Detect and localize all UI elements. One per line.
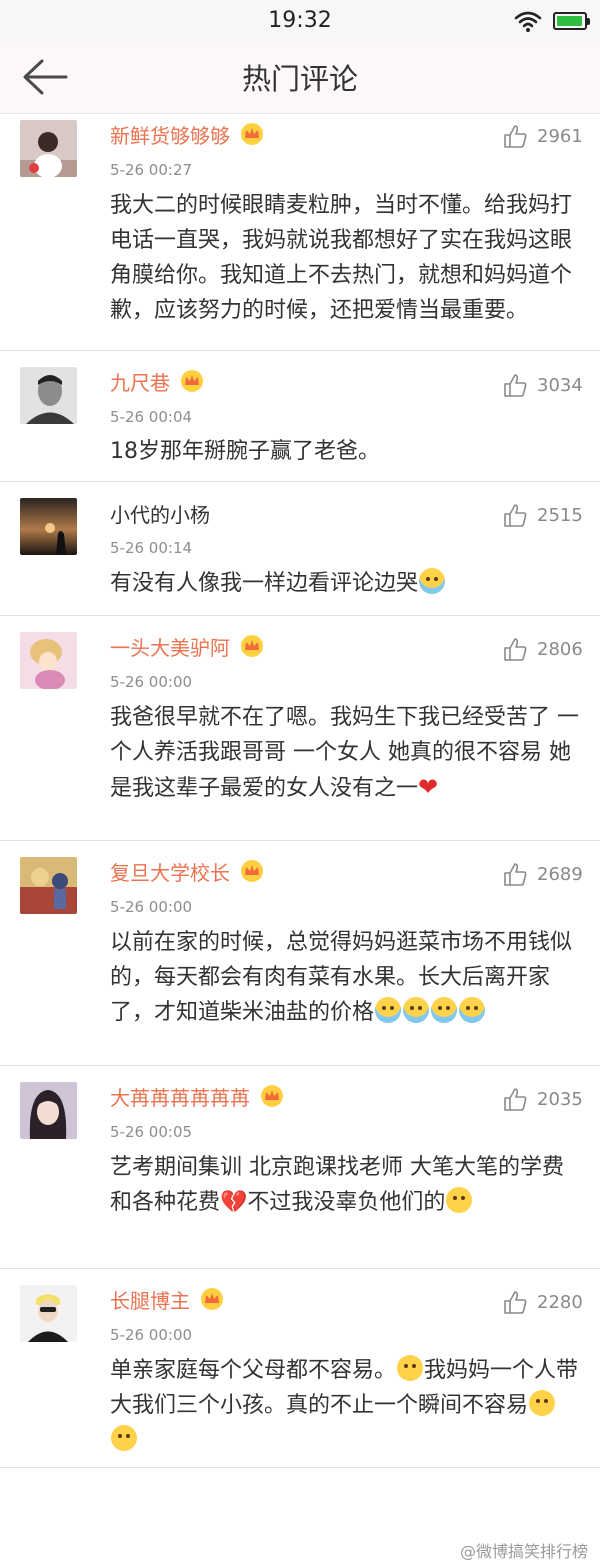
like-count: 2035: [537, 1088, 583, 1110]
crown-badge-icon: [241, 635, 263, 657]
avatar[interactable]: [20, 367, 77, 424]
like-button[interactable]: 2515: [503, 498, 583, 532]
sad-emoji-icon: [529, 1390, 556, 1416]
timestamp: 5-26 00:00: [110, 1326, 193, 1344]
thumbs-up-icon: [504, 373, 527, 397]
like-button[interactable]: 2689: [503, 857, 583, 891]
like-count: 2515: [537, 504, 583, 526]
name-row: 九尺巷: [110, 364, 204, 398]
crown-badge-icon: [241, 860, 263, 882]
user-name[interactable]: 九尺巷: [110, 367, 170, 396]
comment-item: 大苒苒苒苒苒苒 2035 5-26 00:05 艺考期间集训 北京跑课找老师 大…: [0, 1067, 600, 1269]
name-row: 小代的小杨: [110, 496, 210, 530]
comment-text-part: 有没有人像我一样边看评论边哭: [110, 571, 419, 596]
heart-emoji-icon: ❤: [418, 773, 439, 801]
crying-emoji-icon: [403, 997, 430, 1023]
status-bar: 19:32: [0, 0, 600, 42]
comment-item: 复旦大学校长 2689 5-26 00:00 以前在家的时候，总觉得妈妈逛菜市场…: [0, 842, 600, 1066]
like-count: 3034: [537, 374, 583, 396]
battery-icon: [553, 12, 590, 30]
comment-text: 艺考期间集训 北京跑课找老师 大笔大笔的学费和各种花费💔不过我没辜负他们的: [110, 1150, 580, 1220]
comment-item: 一头大美驴阿 2806 5-26 00:00 我爸很早就不在了嗯。我妈生下我已经…: [0, 617, 600, 841]
crown-badge-icon: [261, 1085, 283, 1107]
crown-badge-icon: [241, 123, 263, 145]
avatar[interactable]: [20, 857, 77, 914]
avatar[interactable]: [20, 498, 77, 555]
comment-item: 九尺巷 3034 5-26 00:04 18岁那年掰腕子赢了老爸。: [0, 352, 600, 482]
status-time: 19:32: [268, 8, 332, 33]
thumbs-up-icon: [504, 503, 527, 527]
battery-level: [557, 16, 582, 26]
watermark: @微博搞笑排行榜: [460, 1542, 589, 1561]
comment-text-part: 以前在家的时候，总觉得妈妈逛菜市场不用钱似的，每天都会有肉有菜有水果。长大后离开…: [110, 930, 573, 1025]
like-button[interactable]: 2280: [503, 1285, 583, 1319]
comment-text: 我大二的时候眼睛麦粒肿，当时不懂。给我妈打电话一直哭，我妈就说我都想好了实在我妈…: [110, 193, 573, 323]
crying-emoji-icon: [375, 997, 402, 1023]
sad-emoji-icon: [397, 1355, 424, 1381]
thumbs-up-icon: [504, 637, 527, 661]
kiss-emoji-icon: [446, 1187, 473, 1213]
like-count: 2806: [537, 638, 583, 660]
crying-emoji-icon: [459, 997, 486, 1023]
timestamp: 5-26 00:00: [110, 673, 193, 691]
crying-emoji-icon: [419, 568, 446, 594]
timestamp: 5-26 00:04: [110, 408, 193, 426]
name-row: 长腿博主: [110, 1282, 224, 1316]
like-count: 2961: [537, 125, 583, 147]
avatar[interactable]: [20, 1082, 77, 1139]
comment-item: 新鲜货够够够 2961 5-26 00:27 我大二的时候眼睛麦粒肿，当时不懂。…: [0, 115, 600, 351]
like-count: 2280: [537, 1291, 583, 1313]
like-count: 2689: [537, 863, 583, 885]
thumbs-up-icon: [504, 1087, 527, 1111]
like-button[interactable]: 2035: [503, 1082, 583, 1116]
sad-emoji-icon: [111, 1425, 137, 1451]
comment-item: 小代的小杨 2515 5-26 00:14 有没有人像我一样边看评论边哭: [0, 483, 600, 616]
nav-bar: 热门评论: [0, 42, 600, 114]
timestamp: 5-26 00:00: [110, 898, 193, 916]
comment-text: 以前在家的时候，总觉得妈妈逛菜市场不用钱似的，每天都会有肉有菜有水果。长大后离开…: [110, 925, 580, 1030]
timestamp: 5-26 00:14: [110, 539, 193, 557]
crown-badge-icon: [181, 370, 203, 392]
like-button[interactable]: 3034: [503, 368, 583, 402]
crying-emoji-icon: [431, 997, 458, 1023]
comment-text: 18岁那年掰腕子赢了老爸。: [110, 439, 380, 464]
avatar[interactable]: [20, 120, 77, 177]
user-name[interactable]: 复旦大学校长: [110, 857, 230, 886]
like-button[interactable]: 2806: [503, 632, 583, 666]
avatar[interactable]: [20, 1285, 77, 1342]
comment-text: 有没有人像我一样边看评论边哭: [110, 566, 580, 601]
broken-heart-emoji-icon: 💔: [220, 1190, 248, 1215]
user-name[interactable]: 长腿博主: [110, 1285, 190, 1314]
name-row: 大苒苒苒苒苒苒: [110, 1079, 284, 1113]
like-button[interactable]: 2961: [503, 119, 583, 153]
timestamp: 5-26 00:05: [110, 1123, 193, 1141]
avatar[interactable]: [20, 632, 77, 689]
comment-text-part: 单亲家庭每个父母都不容易。: [110, 1358, 397, 1383]
user-name[interactable]: 大苒苒苒苒苒苒: [110, 1082, 250, 1111]
comment-text-part: 不过我没辜负他们的: [247, 1190, 446, 1215]
timestamp: 5-26 00:27: [110, 161, 193, 179]
name-row: 新鲜货够够够: [110, 117, 264, 151]
comment-text: 我爸很早就不在了嗯。我妈生下我已经受苦了 一个人养活我跟哥哥 一个女人 她真的很…: [110, 700, 580, 806]
thumbs-up-icon: [504, 1290, 527, 1314]
user-name[interactable]: 新鲜货够够够: [110, 120, 230, 149]
comment-item: 长腿博主 2280 5-26 00:00 单亲家庭每个父母都不容易。 我妈妈一个人…: [0, 1270, 600, 1468]
name-row: 复旦大学校长: [110, 854, 264, 888]
wifi-icon: [514, 11, 542, 32]
thumbs-up-icon: [504, 862, 527, 886]
thumbs-up-icon: [504, 124, 527, 148]
user-name[interactable]: 小代的小杨: [110, 499, 210, 528]
crown-badge-icon: [201, 1288, 223, 1310]
comment-text-part: 我爸很早就不在了嗯。我妈生下我已经受苦了 一个人养活我跟哥哥 一个女人 她真的很…: [110, 705, 579, 801]
comment-text: 单亲家庭每个父母都不容易。 我妈妈一个人带大我们三个小孩。真的不止一个瞬间不容易: [110, 1353, 580, 1458]
page-title: 热门评论: [241, 62, 358, 96]
name-row: 一头大美驴阿: [110, 629, 264, 663]
user-name[interactable]: 一头大美驴阿: [110, 632, 230, 661]
